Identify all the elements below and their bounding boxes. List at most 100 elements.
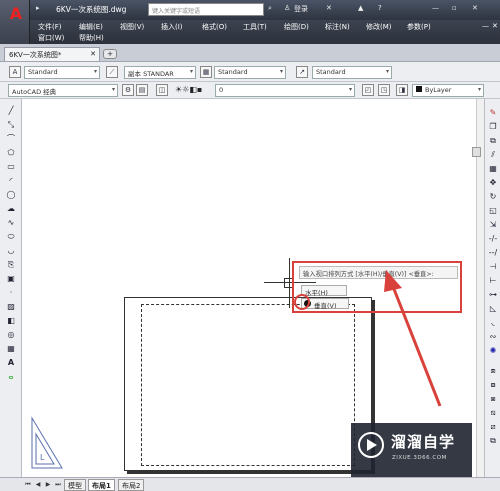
polygon-icon[interactable]: ⬠ bbox=[5, 147, 17, 159]
help-icon[interactable]: ? bbox=[378, 4, 382, 16]
restore-icon[interactable]: ▫ bbox=[452, 4, 457, 16]
prev-tab-icon[interactable]: ◀ bbox=[34, 481, 42, 489]
exchange-icon[interactable]: ✕ bbox=[326, 4, 332, 16]
offset-icon[interactable]: ⫽ bbox=[487, 149, 499, 161]
make-block-icon[interactable]: ▣ bbox=[5, 273, 17, 285]
tab-layout1[interactable]: 布局1 bbox=[88, 479, 115, 491]
array-icon[interactable]: ▦ bbox=[487, 163, 499, 175]
polyline-icon[interactable]: ⌒ bbox=[5, 133, 17, 145]
rotate-icon[interactable]: ↻ bbox=[487, 191, 499, 203]
login-link[interactable]: 登录 bbox=[294, 4, 308, 16]
multiline-text-icon[interactable]: A bbox=[5, 357, 17, 369]
add-selected-icon[interactable]: ⴰ bbox=[5, 371, 17, 383]
layer-properties-icon[interactable]: ◫ bbox=[156, 84, 168, 96]
hatch-icon[interactable]: ▨ bbox=[5, 301, 17, 313]
extend-icon[interactable]: --/ bbox=[487, 247, 499, 259]
bring-above-icon[interactable]: ⧅ bbox=[487, 407, 499, 419]
search-input[interactable]: 键入关键字或短语 bbox=[148, 3, 264, 16]
bring-front-icon[interactable]: ⧇ bbox=[487, 379, 499, 391]
line-tool-icon[interactable]: ╱ bbox=[5, 105, 17, 117]
send-under-icon[interactable]: ⧄ bbox=[487, 421, 499, 433]
binoculars-icon[interactable]: ⌕ bbox=[268, 4, 272, 16]
menu-dimension[interactable]: 标注(N) bbox=[325, 22, 350, 32]
menu-view[interactable]: 视图(V) bbox=[120, 22, 144, 32]
ellipse-icon[interactable]: ⬭ bbox=[5, 231, 17, 243]
ellipse-arc-icon[interactable]: ◡ bbox=[5, 245, 17, 257]
doc-minimize-icon[interactable]: — bbox=[482, 22, 489, 30]
last-tab-icon[interactable]: ⏭ bbox=[54, 481, 62, 489]
explode-icon[interactable]: ✺ bbox=[487, 345, 499, 357]
menu-modify[interactable]: 修改(M) bbox=[366, 22, 392, 32]
table-style-icon[interactable]: ▦ bbox=[200, 66, 212, 78]
send-back-icon[interactable]: ⧆ bbox=[487, 393, 499, 405]
layer-state-icons[interactable]: ☀☼◧▪ bbox=[175, 85, 202, 94]
quick-access-arrow-icon[interactable]: ▸ bbox=[36, 4, 40, 16]
trim-icon[interactable]: -/- bbox=[487, 233, 499, 245]
layout-viewport[interactable] bbox=[141, 304, 355, 466]
fillet-icon[interactable]: ◟ bbox=[487, 317, 499, 329]
user-icon[interactable]: ♙ bbox=[284, 4, 290, 16]
menu-window[interactable]: 窗口(W) bbox=[38, 33, 64, 43]
app-store-icon[interactable]: ▲ bbox=[358, 4, 363, 16]
menu-tools[interactable]: 工具(T) bbox=[243, 22, 267, 32]
tab-close-icon[interactable]: ✕ bbox=[90, 50, 96, 58]
spline-icon[interactable]: ∿ bbox=[5, 217, 17, 229]
tab-model[interactable]: 模型 bbox=[64, 479, 86, 491]
menu-file[interactable]: 文件(F) bbox=[38, 22, 62, 32]
table-style-select[interactable]: Standard bbox=[214, 66, 286, 79]
move-icon[interactable]: ✥ bbox=[487, 177, 499, 189]
arc-icon[interactable]: ◜ bbox=[5, 175, 17, 187]
table-icon[interactable]: ▦ bbox=[5, 343, 17, 355]
stretch-icon[interactable]: ⇲ bbox=[487, 219, 499, 231]
mirror-icon[interactable]: ⧉ bbox=[487, 135, 499, 147]
multileader-style-select[interactable]: Standard bbox=[312, 66, 392, 79]
chamfer-icon[interactable]: ◺ bbox=[487, 303, 499, 315]
menu-insert[interactable]: 插入(I) bbox=[161, 22, 183, 32]
break-icon[interactable]: ⊢ bbox=[487, 275, 499, 287]
text-style-select[interactable]: Standard bbox=[24, 66, 100, 79]
minimize-icon[interactable]: — bbox=[432, 4, 439, 16]
scrollbar-thumb[interactable] bbox=[472, 147, 481, 157]
gradient-icon[interactable]: ◧ bbox=[5, 315, 17, 327]
menu-format[interactable]: 格式(O) bbox=[202, 22, 227, 32]
revcloud-icon[interactable]: ☁ bbox=[5, 203, 17, 215]
blend-curves-icon[interactable]: ∾ bbox=[487, 331, 499, 343]
region-icon[interactable]: ◎ bbox=[5, 329, 17, 341]
multileader-style-icon[interactable]: ↗ bbox=[296, 66, 308, 78]
layer-iso-icon[interactable]: ◨ bbox=[396, 84, 408, 96]
scale-icon[interactable]: ◱ bbox=[487, 205, 499, 217]
draworder-icon[interactable]: ⧈ bbox=[487, 365, 499, 377]
erase-icon[interactable]: ✎ bbox=[487, 107, 499, 119]
copy-icon[interactable]: ❐ bbox=[487, 121, 499, 133]
app-menu-button[interactable]: A bbox=[0, 0, 30, 44]
doc-close-icon[interactable]: ✕ bbox=[492, 22, 498, 30]
text-front-icon[interactable]: ⧉ bbox=[487, 435, 499, 447]
dim-style-icon[interactable]: ⟋ bbox=[106, 66, 118, 78]
file-tab[interactable]: 6KV一次系统图* ✕ bbox=[4, 47, 100, 61]
rectangle-icon[interactable]: ▭ bbox=[5, 161, 17, 173]
layer-previous-icon[interactable]: ◳ bbox=[378, 84, 390, 96]
dim-style-select[interactable]: 副本 STANDAR bbox=[124, 66, 196, 79]
workspace-settings-icon[interactable]: ⚙ bbox=[122, 84, 134, 96]
layer-select[interactable]: 0 bbox=[215, 84, 355, 97]
construction-line-icon[interactable]: ⤡ bbox=[5, 119, 17, 131]
menu-edit[interactable]: 编辑(E) bbox=[79, 22, 103, 32]
workspace-grid-icon[interactable]: ▤ bbox=[136, 84, 148, 96]
break-at-point-icon[interactable]: ⊣ bbox=[487, 261, 499, 273]
point-icon[interactable]: · bbox=[5, 287, 17, 299]
next-tab-icon[interactable]: ▶ bbox=[44, 481, 52, 489]
first-tab-icon[interactable]: ⏮ bbox=[24, 481, 32, 489]
workspace-select[interactable]: AutoCAD 经典 bbox=[8, 84, 118, 97]
menu-help[interactable]: 帮助(H) bbox=[79, 33, 104, 43]
close-icon[interactable]: ✕ bbox=[472, 4, 478, 16]
insert-block-icon[interactable]: ⎘ bbox=[5, 259, 17, 271]
menu-parameter[interactable]: 参数(P) bbox=[407, 22, 431, 32]
join-icon[interactable]: ⊶ bbox=[487, 289, 499, 301]
make-current-layer-icon[interactable]: ◰ bbox=[362, 84, 374, 96]
circle-icon[interactable]: ◯ bbox=[5, 189, 17, 201]
tab-layout2[interactable]: 布局2 bbox=[118, 479, 145, 491]
menu-draw[interactable]: 绘图(D) bbox=[284, 22, 309, 32]
linetype-select[interactable]: ByLayer bbox=[412, 84, 484, 97]
new-tab-button[interactable]: + bbox=[103, 49, 117, 59]
text-style-icon[interactable]: A bbox=[9, 66, 21, 78]
